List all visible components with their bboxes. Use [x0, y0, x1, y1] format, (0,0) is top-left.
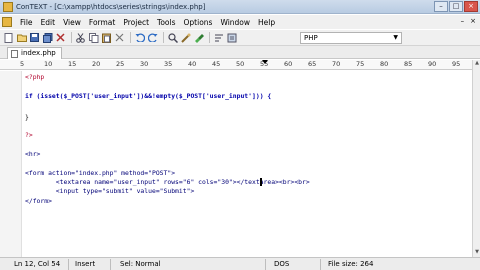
code-editor[interactable]: <?php if (isset($_POST['user_input'])&&!…: [0, 71, 472, 257]
column-ruler: 5 10 15 20 25 30 35 40 45 50 55 60 65 70…: [0, 60, 472, 70]
code-line: <form action="index.php" method="POST">: [25, 169, 176, 177]
context-icon: [3, 1, 13, 12]
ruler-number: 65: [308, 60, 317, 68]
copy-icon[interactable]: [88, 32, 99, 43]
language-select-value: PHP: [304, 34, 318, 42]
menu-help[interactable]: Help: [254, 18, 279, 27]
toolbar-separator: [71, 32, 72, 43]
find-icon[interactable]: [167, 32, 178, 43]
close-window-button[interactable]: ×: [464, 1, 478, 12]
status-bar: Ln 12, Col 54 Insert Sel: Normal DOS Fil…: [0, 257, 480, 270]
code-line: <input type="submit" value="Submit">: [25, 187, 195, 195]
menu-tools[interactable]: Tools: [153, 18, 179, 27]
ruler-number: 80: [380, 60, 389, 68]
undo-icon[interactable]: [134, 32, 145, 43]
tab-bar: index.php: [0, 46, 480, 59]
code-line: if (isset($_POST['user_input'])&&!empty(…: [25, 92, 272, 100]
ruler-cursor-marker: [262, 60, 268, 64]
title-bar: ConTEXT - [C:\xampp\htdocs\series\string…: [0, 0, 480, 14]
menu-bar: File Edit View Format Project Tools Opti…: [0, 15, 480, 29]
menu-project[interactable]: Project: [119, 18, 153, 27]
menu-file[interactable]: File: [16, 18, 37, 27]
scroll-down-icon[interactable]: ▼: [473, 249, 480, 257]
code-line: }: [25, 113, 29, 121]
redo-icon[interactable]: [147, 32, 158, 43]
toolbar-separator: [130, 32, 131, 43]
ruler-number: 15: [68, 60, 77, 68]
code-line: <?php: [25, 73, 45, 81]
status-separator: [265, 259, 266, 270]
line-gutter: [0, 71, 22, 257]
ruler-number: 10: [44, 60, 53, 68]
replace-icon[interactable]: [180, 32, 191, 43]
window-controls: – □ ×: [434, 1, 478, 12]
settings-icon[interactable]: [226, 32, 237, 43]
menu-edit[interactable]: Edit: [37, 18, 60, 27]
cut-icon[interactable]: [75, 32, 86, 43]
document-close-button[interactable]: ×: [470, 17, 476, 25]
ruler-number: 50: [236, 60, 245, 68]
line-ending: DOS: [274, 260, 290, 268]
edit-mode: Insert: [75, 260, 96, 268]
toolbar: PHP ▼: [0, 30, 480, 46]
status-separator: [68, 259, 69, 270]
ruler-number: 75: [356, 60, 365, 68]
code-line: <hr>: [25, 150, 41, 158]
menu-view[interactable]: View: [59, 18, 85, 27]
ruler-number: 85: [404, 60, 413, 68]
ruler-number: 95: [452, 60, 461, 68]
status-separator: [320, 259, 321, 270]
highlight-icon[interactable]: [193, 32, 204, 43]
new-file-icon[interactable]: [3, 32, 14, 43]
toolbar-separator: [209, 32, 210, 43]
file-size: File size: 264: [328, 260, 374, 268]
document-minimize-button[interactable]: –: [461, 17, 465, 25]
ruler-number: 90: [428, 60, 437, 68]
open-file-icon[interactable]: [16, 32, 27, 43]
tab-label: index.php: [21, 49, 56, 57]
ruler-number: 20: [92, 60, 101, 68]
language-select[interactable]: PHP ▼: [300, 32, 402, 44]
ruler-number: 5: [20, 60, 25, 68]
tab-index-php[interactable]: index.php: [7, 47, 62, 59]
ruler-number: 70: [332, 60, 341, 68]
window-title: ConTEXT - [C:\xampp\htdocs\series\string…: [16, 2, 206, 11]
ruler-number: 40: [188, 60, 197, 68]
save-icon[interactable]: [29, 32, 40, 43]
selection-mode: Sel: Normal: [120, 260, 161, 268]
maximize-button[interactable]: □: [449, 1, 463, 12]
code-line: </form>: [25, 197, 52, 205]
ruler-number: 30: [140, 60, 149, 68]
menu-window[interactable]: Window: [216, 18, 254, 27]
document-controls: – ×: [461, 17, 476, 25]
ruler-number: 35: [164, 60, 173, 68]
status-separator: [110, 259, 111, 270]
chevron-down-icon: ▼: [393, 34, 398, 41]
scroll-up-icon[interactable]: ▲: [473, 60, 480, 68]
text-cursor: [260, 178, 262, 186]
menu-format[interactable]: Format: [85, 18, 119, 27]
wordwrap-icon[interactable]: [213, 32, 224, 43]
vertical-scrollbar[interactable]: ▲ ▼: [472, 60, 480, 257]
menu-options[interactable]: Options: [180, 18, 217, 27]
cursor-position: Ln 12, Col 54: [14, 260, 61, 268]
ruler-number: 45: [212, 60, 221, 68]
ruler-number: 60: [284, 60, 293, 68]
code-line: <textarea name="user_input" rows="6" col…: [25, 178, 310, 186]
file-icon: [11, 50, 18, 58]
ruler-number: 25: [116, 60, 125, 68]
delete-icon[interactable]: [114, 32, 125, 43]
paste-icon[interactable]: [101, 32, 112, 43]
save-all-icon[interactable]: [42, 32, 53, 43]
toolbar-separator: [163, 32, 164, 43]
minimize-button[interactable]: –: [434, 1, 448, 12]
code-line: ?>: [25, 131, 33, 139]
close-icon[interactable]: [55, 32, 66, 43]
document-icon[interactable]: [2, 17, 12, 27]
